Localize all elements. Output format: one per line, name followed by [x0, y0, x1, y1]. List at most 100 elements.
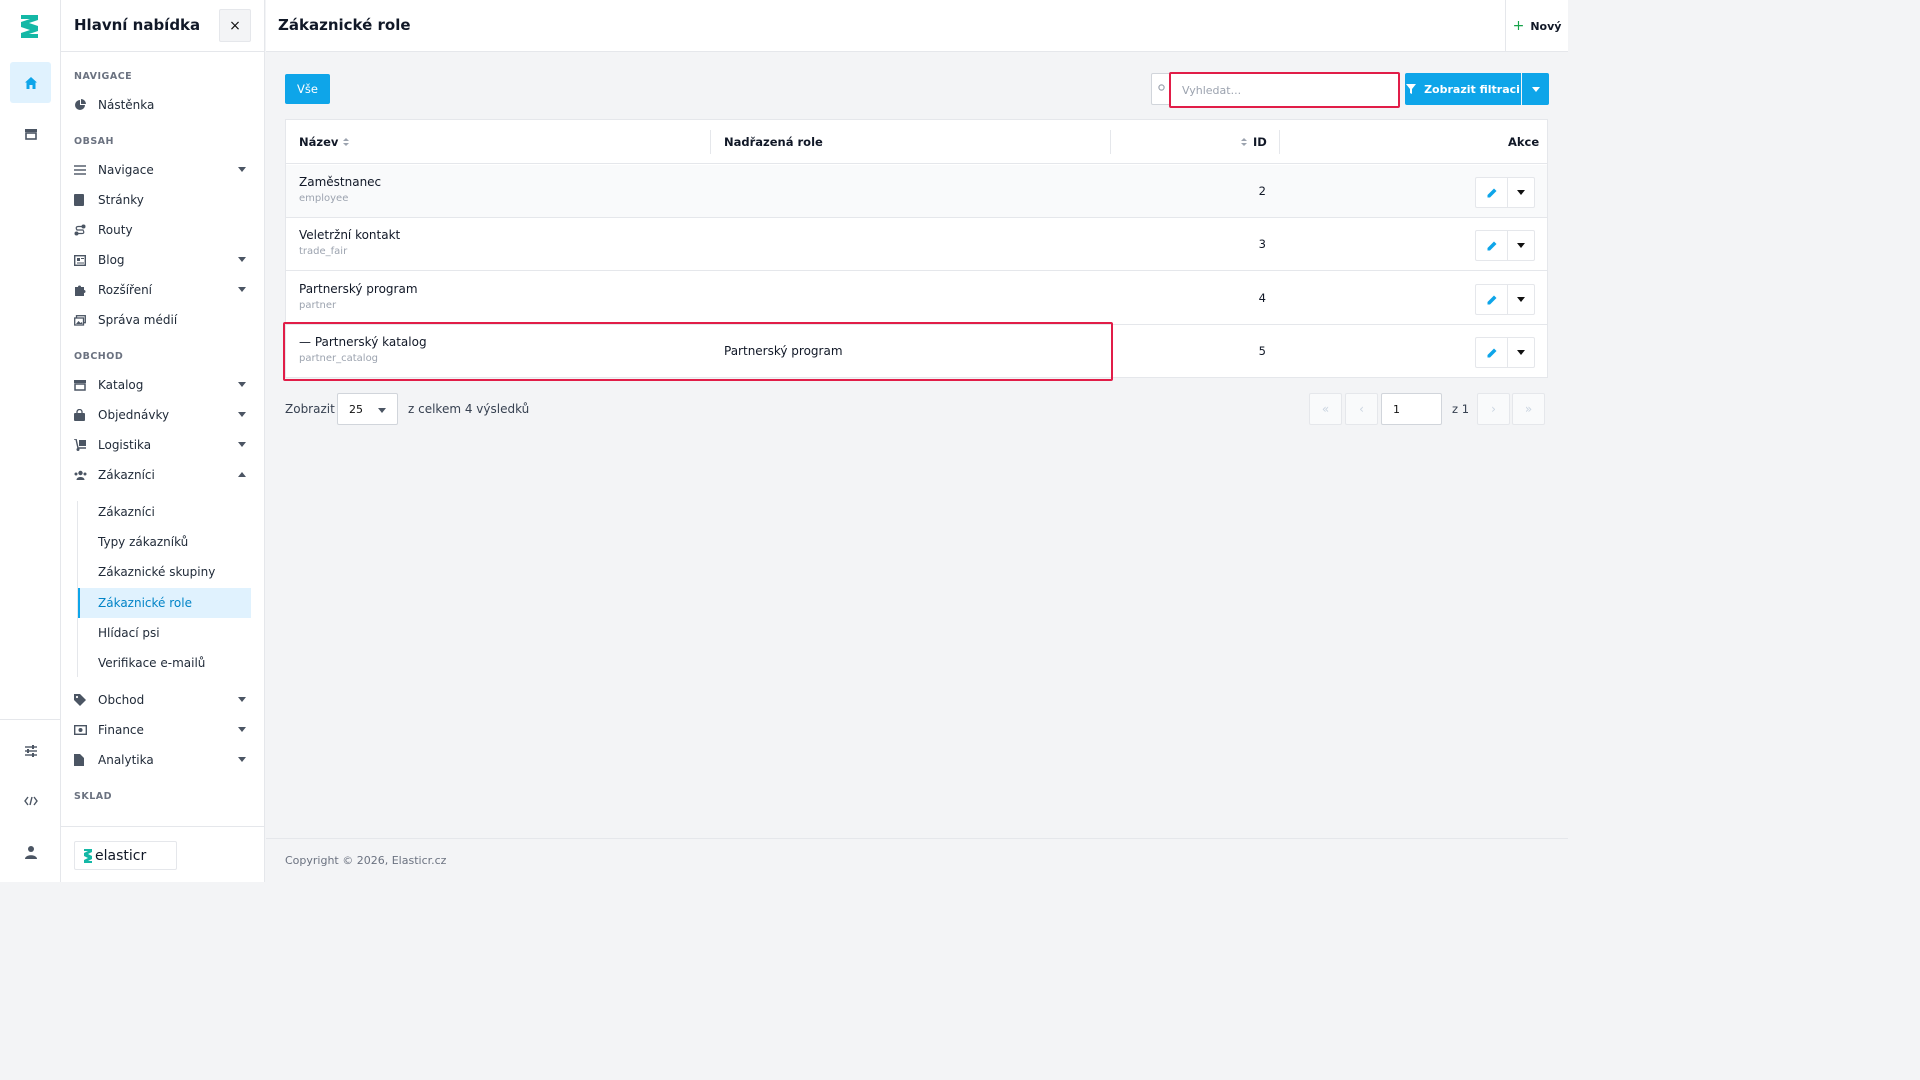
sort-icon	[1241, 138, 1247, 146]
table-row[interactable]: — Partnerský katalog partner_catalog Par…	[286, 325, 1547, 378]
first-page-button[interactable]: «	[1309, 393, 1342, 425]
store-icon[interactable]	[10, 113, 51, 154]
tag-icon	[74, 694, 98, 706]
table-header: Název Nadřazená role ID Akce	[286, 120, 1547, 164]
sidebar-item-label: Stránky	[98, 193, 144, 207]
sidebar-close-button[interactable]: ×	[219, 9, 251, 42]
brand-badge[interactable]: elasticr	[74, 841, 177, 870]
sidebar-item-pages[interactable]: Stránky	[74, 189, 250, 211]
images-icon	[74, 314, 98, 326]
table-row[interactable]: Partnerský program partner 4	[286, 272, 1547, 325]
sidebar-item-extensions[interactable]: Rozšíření	[74, 279, 250, 301]
sidebar-item-navigation[interactable]: Navigace	[74, 159, 250, 181]
column-header-name[interactable]: Název	[299, 135, 350, 149]
sidebar-item-label: Nástěnka	[98, 98, 155, 112]
sidebar-item-label: Zákazníci	[98, 468, 155, 482]
chevron-down-icon	[238, 412, 246, 417]
sidebar-item-label: Navigace	[98, 163, 154, 177]
top-bar: Zákaznické role + Nový	[266, 0, 1568, 52]
sidebar-item-blog[interactable]: Blog	[74, 249, 250, 271]
sidebar-item-media[interactable]: Správa médií	[74, 309, 250, 331]
pencil-icon	[1487, 188, 1496, 197]
user-icon[interactable]	[10, 831, 51, 872]
edit-button[interactable]	[1475, 230, 1508, 261]
per-page-value: 25	[349, 402, 363, 416]
page-footer: Copyright © 2026, Elasticr.cz	[266, 838, 1568, 882]
sidebar-item-label: Finance	[98, 723, 144, 737]
sidebar-item-orders[interactable]: Objednávky	[74, 404, 250, 426]
column-header-id[interactable]: ID	[1241, 135, 1267, 149]
page-number-input[interactable]	[1381, 393, 1442, 425]
role-code: partner	[299, 300, 337, 311]
next-page-button[interactable]: ›	[1477, 393, 1510, 425]
chevron-down-icon	[238, 257, 246, 262]
row-actions-dropdown[interactable]	[1507, 230, 1535, 261]
sidebar-subitem-customer-groups[interactable]: Zákaznické skupiny	[78, 557, 251, 587]
sidebar-item-customers[interactable]: Zákazníci	[74, 464, 250, 486]
users-icon	[74, 470, 98, 480]
caret-down-icon	[378, 408, 386, 413]
per-page-select[interactable]: 25	[337, 393, 398, 425]
plus-icon: +	[1512, 18, 1525, 34]
table-row[interactable]: Veletržní kontakt trade_fair 3	[286, 218, 1547, 271]
chevron-down-icon	[238, 382, 246, 387]
sliders-icon[interactable]	[10, 730, 51, 771]
row-actions-dropdown[interactable]	[1507, 337, 1535, 368]
code-icon[interactable]	[10, 780, 51, 821]
role-id: 5	[1258, 344, 1266, 358]
sidebar-item-label: Analytika	[98, 753, 154, 767]
row-actions-dropdown[interactable]	[1507, 177, 1535, 208]
caret-down-icon	[1531, 86, 1540, 92]
sidebar-item-analytics[interactable]: Analytika	[74, 749, 250, 771]
chevron-down-icon	[238, 287, 246, 292]
column-header-actions: Akce	[1508, 135, 1540, 149]
new-button[interactable]: + Nový	[1505, 0, 1568, 52]
sidebar-subitem-customer-types[interactable]: Typy zákazníků	[78, 527, 251, 557]
dolly-icon	[74, 439, 98, 451]
caret-down-icon	[1517, 243, 1525, 248]
search-input[interactable]	[1169, 72, 1400, 108]
main-content: Vše Zobrazit filtraci Název Nadřazená ro…	[266, 53, 1568, 838]
sidebar-item-logistics[interactable]: Logistika	[74, 434, 250, 456]
home-icon[interactable]	[10, 62, 51, 103]
sidebar-item-dashboard[interactable]: Nástěnka	[74, 94, 250, 116]
sidebar-item-finance[interactable]: Finance	[74, 719, 250, 741]
pencil-icon	[1487, 295, 1496, 304]
sidebar-item-label: Objednávky	[98, 408, 170, 422]
section-shop: OBCHOD	[74, 351, 124, 362]
sidebar-item-commerce[interactable]: Obchod	[74, 689, 250, 711]
edit-button[interactable]	[1475, 284, 1508, 315]
copyright-text: Copyright © 2026, Elasticr.cz	[285, 854, 447, 867]
edit-button[interactable]	[1475, 337, 1508, 368]
sidebar-item-label: Logistika	[98, 438, 152, 452]
route-icon	[74, 224, 98, 236]
shopping-bag-icon	[74, 409, 98, 421]
page-icon	[74, 194, 98, 206]
caret-down-icon	[1517, 190, 1525, 195]
sidebar-item-routes[interactable]: Routy	[74, 219, 250, 241]
role-id: 2	[1258, 184, 1266, 198]
filter-dropdown-button[interactable]	[1522, 73, 1549, 105]
sidebar-subitem-customer-roles[interactable]: Zákaznické role	[78, 588, 251, 618]
column-header-label: Název	[299, 135, 339, 149]
sidebar-item-label: Rozšíření	[98, 283, 153, 297]
sidebar-subitem-email-verification[interactable]: Verifikace e-mailů	[78, 648, 251, 678]
search-box	[1151, 72, 1400, 108]
column-header-parent: Nadřazená role	[724, 135, 823, 149]
all-filter-button[interactable]: Vše	[285, 74, 330, 104]
row-actions-dropdown[interactable]	[1507, 284, 1535, 315]
sidebar-subitem-watchdogs[interactable]: Hlídací psi	[78, 618, 251, 648]
table-row[interactable]: Zaměstnanec employee 2	[286, 165, 1547, 218]
sidebar-subitem-customers[interactable]: Zákazníci	[78, 497, 251, 527]
edit-button[interactable]	[1475, 177, 1508, 208]
page-title: Zákaznické role	[278, 16, 411, 34]
show-filter-button[interactable]: Zobrazit filtraci	[1405, 73, 1521, 105]
brand-name: elasticr	[95, 847, 147, 864]
role-name: — Partnerský katalog	[299, 335, 427, 349]
sidebar-item-label: Obchod	[98, 693, 145, 707]
prev-page-button[interactable]: ‹	[1345, 393, 1378, 425]
sidebar-item-catalog[interactable]: Katalog	[74, 374, 250, 396]
last-page-button[interactable]: »	[1512, 393, 1545, 425]
chevron-up-icon	[238, 472, 246, 477]
page-count: z 1	[1452, 402, 1470, 416]
